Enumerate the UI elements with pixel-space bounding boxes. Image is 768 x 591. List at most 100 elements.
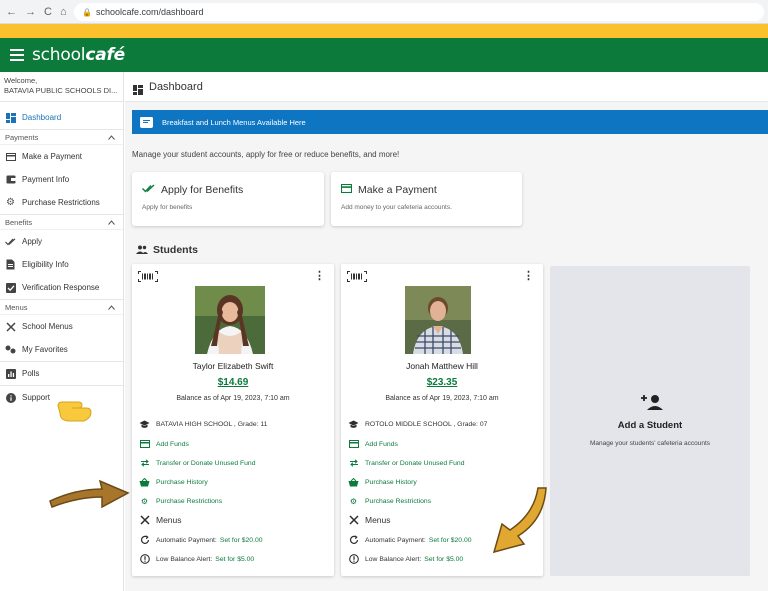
student-card: ⋮ Jonah Matthew Hill $23.35 Balance as o… [341,264,543,576]
students-heading: Students [136,244,198,256]
barcode-icon[interactable] [347,269,367,282]
balance-amount[interactable]: $23.35 [341,377,543,388]
page-header: Dashboard [125,72,768,102]
sidebar-item-dashboard[interactable]: Dashboard [0,106,123,129]
sidebar-item-support[interactable]: Support [0,386,123,409]
sidebar-item-apply[interactable]: Apply [0,230,123,253]
swap-arrows-icon [139,458,150,468]
school-row: BATAVIA HIGH SCHOOL , Grade: 11 [139,419,267,429]
sidebar-item-verification-response[interactable]: Verification Response [0,276,123,299]
autorenew-icon [348,535,359,545]
sidebar-section-menus[interactable]: Menus [0,299,123,315]
purchase-restrictions-link[interactable]: ⚙ Purchase Restrictions [348,496,431,506]
welcome-block: Welcome, BATAVIA PUBLIC SCHOOLS DI... [0,72,123,102]
forward-icon[interactable]: → [25,6,36,18]
automatic-payment-row: Automatic Payment: Set for $20.00 [139,535,263,545]
credit-card-icon [5,151,16,162]
add-funds-link[interactable]: Add Funds [348,439,398,449]
sidebar-item-school-menus[interactable]: School Menus [0,315,123,338]
menu-toggle-icon[interactable] [10,49,24,61]
low-balance-value[interactable]: Set for $5.00 [215,556,254,563]
page-title: Dashboard [149,80,203,93]
swap-arrows-icon [348,458,359,468]
student-photo [405,286,471,354]
browser-toolbar: ← → C ⌂ 🔒 schoolcafe.com/dashboard [0,0,768,24]
credit-card-icon [340,183,353,196]
transfer-donate-link[interactable]: Transfer or Donate Unused Fund [348,458,465,468]
back-icon[interactable]: ← [6,6,17,18]
double-check-icon [142,184,155,196]
basket-icon [348,477,359,487]
address-bar[interactable]: 🔒 schoolcafe.com/dashboard [74,3,764,21]
graduation-cap-icon [348,419,359,429]
sidebar: Welcome, BATAVIA PUBLIC SCHOOLS DI... Da… [0,72,124,591]
app-header: schoolcafé [0,38,768,72]
utensils-icon [348,515,359,525]
double-check-icon [5,236,16,247]
balance-amount[interactable]: $14.69 [132,377,334,388]
chevron-up-icon [108,218,115,227]
gear-icon: ⚙ [349,496,358,506]
student-card: ⋮ Taylor Elizabeth Swift $14.69 Balance … [132,264,334,576]
main-content: Dashboard Breakfast and Lunch Menus Avai… [125,72,768,591]
more-options-icon[interactable]: ⋮ [314,269,325,282]
credit-card-icon [139,439,150,449]
utensils-icon [139,515,150,525]
message-icon [140,116,153,128]
credit-card-icon [348,439,359,449]
home-icon[interactable]: ⌂ [60,6,67,18]
poll-icon [5,368,16,379]
sidebar-item-polls[interactable]: Polls [0,362,123,385]
sidebar-item-my-favorites[interactable]: My Favorites [0,338,123,361]
automatic-payment-value[interactable]: Set for $20.00 [429,537,472,544]
automatic-payment-value[interactable]: Set for $20.00 [220,537,263,544]
purchase-restrictions-link[interactable]: ⚙ Purchase Restrictions [139,496,222,506]
alert-icon [348,554,359,564]
student-name: Taylor Elizabeth Swift [192,361,274,371]
student-name: Jonah Matthew Hill [406,361,478,371]
gear-icon: ⚙ [6,197,15,208]
automatic-payment-row: Automatic Payment: Set for $20.00 [348,535,472,545]
more-options-icon[interactable]: ⋮ [523,269,534,282]
welcome-text: Welcome, [4,76,38,85]
sidebar-section-payments[interactable]: Payments [0,129,123,145]
utensils-icon [5,321,16,332]
low-balance-row: Low Balance Alert: Set for $5.00 [139,554,254,564]
checkbox-icon [5,282,16,293]
sidebar-item-make-payment[interactable]: Make a Payment [0,145,123,168]
favorites-icon [5,344,16,355]
make-payment-card[interactable]: Make a Payment Add money to your cafeter… [331,172,522,226]
alert-icon [139,554,150,564]
district-name: BATAVIA PUBLIC SCHOOLS DI... [4,86,118,95]
menus-row[interactable]: Menus [348,515,391,525]
purchase-history-link[interactable]: Purchase History [139,477,208,487]
menus-row[interactable]: Menus [139,515,182,525]
barcode-icon[interactable] [138,269,158,282]
sidebar-section-benefits[interactable]: Benefits [0,214,123,230]
autorenew-icon [139,535,150,545]
student-photo [195,286,265,354]
chevron-up-icon [108,133,115,142]
wallet-icon [5,174,16,185]
menus-banner[interactable]: Breakfast and Lunch Menus Available Here [132,110,768,134]
apply-for-benefits-card[interactable]: Apply for Benefits Apply for benefits [132,172,324,226]
low-balance-row: Low Balance Alert: Set for $5.00 [348,554,463,564]
document-icon [5,259,16,270]
add-funds-link[interactable]: Add Funds [139,439,189,449]
transfer-donate-link[interactable]: Transfer or Donate Unused Fund [139,458,256,468]
top-accent-band [0,24,768,38]
intro-text: Manage your student accounts, apply for … [132,150,400,159]
add-student-title: Add a Student [617,420,683,431]
purchase-history-link[interactable]: Purchase History [348,477,417,487]
schoolcafe-logo[interactable]: schoolcafé [32,45,125,65]
reload-icon[interactable]: C [44,6,52,18]
add-student-description: Manage your students' cafeteria accounts [589,440,711,447]
add-student-card[interactable]: Add a Student Manage your students' cafe… [550,266,750,576]
sidebar-item-payment-info[interactable]: Payment Info [0,168,123,191]
sidebar-item-eligibility-info[interactable]: Eligibility Info [0,253,123,276]
sidebar-item-purchase-restrictions[interactable]: ⚙ Purchase Restrictions [0,191,123,214]
balance-as-of: Balance as of Apr 19, 2023, 7:10 am [176,395,290,402]
add-person-icon [641,394,663,415]
low-balance-value[interactable]: Set for $5.00 [424,556,463,563]
balance-as-of: Balance as of Apr 19, 2023, 7:10 am [385,395,499,402]
